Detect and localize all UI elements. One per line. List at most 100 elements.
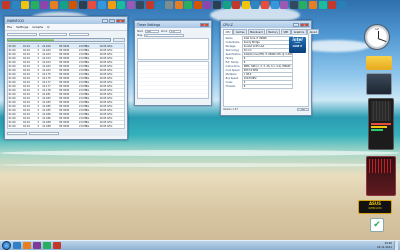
- notes-gadget[interactable]: [366, 73, 392, 95]
- close-button[interactable]: ×: [200, 22, 209, 27]
- asus-overclock-gadget[interactable]: ASUS OVERCLOCK: [358, 200, 392, 214]
- desktop-shortcut-icon[interactable]: [155, 1, 164, 9]
- desktop-shortcut-icon[interactable]: [270, 1, 279, 9]
- step-field[interactable]: 4: [144, 33, 185, 38]
- tray-clock[interactable]: 19:46 22.11.2011: [377, 242, 392, 248]
- table-row[interactable]: 01:00 01:01 3 21.163 83.3045 2.6 MB/s 10.95 GT…: [8, 68, 124, 73]
- desktop-shortcut-icon[interactable]: [289, 1, 298, 9]
- table-row[interactable]: 01:00 01:01 3 21.163 83.3045 2.6 MB/s 10.95 GT…: [8, 60, 124, 65]
- table-row[interactable]: 01:00 01:01 3 21.188 83.3045 2.6 MB/s 10.95 GT…: [8, 120, 124, 125]
- results-grid: [138, 62, 208, 99]
- desktop-shortcut-icon[interactable]: [309, 1, 317, 9]
- cpu-meter-gadget[interactable]: [368, 98, 394, 150]
- mode-select[interactable]: [39, 32, 67, 36]
- weather-gadget[interactable]: [366, 56, 392, 70]
- desktop-shortcut-icon[interactable]: [78, 1, 87, 9]
- clock-field[interactable]: 0.0: [169, 29, 182, 33]
- table-row[interactable]: 01:00 01:01 3 21.177 83.3045 2.6 MB/s 10.95 GT…: [8, 84, 124, 89]
- maximize-button[interactable]: □: [109, 18, 115, 23]
- clock-gadget[interactable]: 12: [364, 24, 390, 50]
- minimize-button[interactable]: –: [293, 22, 299, 27]
- table-row[interactable]: 01:00 01:01 3 21.185 83.3045 2.6 MB/s 10.95 GT…: [8, 104, 124, 109]
- desktop-shortcut-icon[interactable]: [174, 1, 183, 9]
- desktop-shortcut-icon[interactable]: [49, 1, 58, 9]
- taskbar-app-icon[interactable]: [23, 242, 31, 249]
- desktop-shortcut-icon[interactable]: [117, 1, 126, 9]
- desktop-shortcut-icon[interactable]: [40, 1, 49, 9]
- title-bar[interactable]: Timer Settings ×: [135, 21, 211, 28]
- desktop-shortcut-icon[interactable]: [136, 1, 145, 9]
- desktop-shortcut-icon[interactable]: [97, 1, 106, 9]
- table-row[interactable]: 01:00 01:01 3 21.185 83.3045 2.6 MB/s 10.95 GT…: [8, 108, 124, 113]
- menu-help[interactable]: Q: [47, 25, 49, 29]
- title-bar[interactable]: HWiNFO32 – □ ×: [5, 17, 127, 24]
- title-bar[interactable]: CPU-Z – ×: [221, 21, 311, 28]
- desktop-shortcut-icon[interactable]: [203, 1, 212, 9]
- desktop-shortcut-icon[interactable]: [126, 1, 135, 9]
- desktop-shortcut-icon[interactable]: [213, 1, 222, 9]
- desktop-shortcut-icon[interactable]: [251, 1, 260, 9]
- taskbar-app-icon[interactable]: [43, 242, 51, 249]
- desktop-shortcut-icon[interactable]: [280, 1, 289, 9]
- menu-settings[interactable]: Settings: [16, 25, 28, 29]
- desktop-shortcut-icon[interactable]: [222, 1, 231, 9]
- menu-graphs[interactable]: Graphs: [32, 25, 43, 29]
- table-row[interactable]: 01:00 01:01 3 21.186 83.3045 2.6 MB/s 10.95 GT…: [8, 112, 124, 117]
- desktop-shortcut-icon[interactable]: [184, 1, 193, 9]
- minimize-button[interactable]: –: [102, 18, 108, 23]
- tab-about[interactable]: About: [307, 29, 320, 34]
- table-row[interactable]: 01:00 01:01 3 21.178 83.3045 2.6 MB/s 10.95 GT…: [8, 88, 124, 93]
- desktop-shortcut-icon[interactable]: [261, 1, 270, 9]
- table-row[interactable]: 01:00 01:01 3 21.177 83.3045 2.6 MB/s 10.95 GT…: [8, 80, 124, 85]
- network-gadget[interactable]: [366, 156, 396, 196]
- desktop-shortcut-icon[interactable]: [193, 1, 202, 9]
- desktop-shortcut-icon[interactable]: [328, 1, 337, 9]
- desktop-shortcut-icon[interactable]: [88, 1, 97, 9]
- stop-button[interactable]: [113, 38, 125, 42]
- table-row[interactable]: 01:00 01:01 3 21.181 83.3045 2.6 MB/s 10.95 GT…: [8, 92, 124, 97]
- close-button[interactable]: ×: [300, 22, 309, 27]
- table-row[interactable]: 01:00 01:01 3 21.183 83.3045 2.6 MB/s 10.95 GT…: [8, 96, 124, 101]
- desktop-shortcut-icon[interactable]: [11, 1, 20, 9]
- table-row[interactable]: 01:00 01:01 3 21.160 83.3045 2.6 MB/s 10.95 GT…: [8, 48, 124, 53]
- show-desktop-button[interactable]: [394, 241, 398, 250]
- desktop-shortcut-icon[interactable]: [241, 1, 250, 9]
- taskbar-apps: [13, 242, 61, 249]
- close-button[interactable]: ×: [116, 18, 125, 23]
- table-row[interactable]: 01:00 01:01 3 21.153 83.3045 2.6 MB/s 10.95 GT…: [8, 56, 124, 61]
- table-row[interactable]: 01:00 01:01 3 21.163 83.3045 2.6 MB/s 10.95 GT…: [8, 52, 124, 57]
- data-table-container: 01:00 01:01 3 21.100 83.3045 2.6 MB/s 10.95 GT…: [7, 43, 125, 130]
- start-field[interactable]: 100: [144, 29, 159, 33]
- desktop-shortcut-icon[interactable]: [107, 1, 116, 9]
- taskbar-app-icon[interactable]: [33, 242, 41, 249]
- table-row[interactable]: 01:00 01:01 3 21.185 83.3045 2.6 MB/s 10.95 GT…: [8, 100, 124, 105]
- footer: Version 1.57 OK: [221, 107, 311, 112]
- desktop-shortcut-icon[interactable]: [299, 1, 308, 9]
- check-gadget[interactable]: ✔: [370, 218, 384, 232]
- desktop-shortcut-icon[interactable]: [30, 1, 39, 9]
- desktop-shortcut-icon[interactable]: [2, 1, 10, 9]
- window-title: Timer Settings: [137, 22, 161, 27]
- table-row[interactable]: 01:00 01:01 3 21.175 83.3045 2.6 MB/s 10.95 GT…: [8, 72, 124, 77]
- desktop-shortcut-icon[interactable]: [21, 1, 30, 9]
- table-row[interactable]: 01:00 01:01 3 21.165 83.3045 2.6 MB/s 10.95 GT…: [8, 64, 124, 69]
- taskbar-app-icon[interactable]: [13, 242, 21, 249]
- device-select[interactable]: [7, 32, 37, 36]
- table-row[interactable]: 01:00 01:01 3 21.186 83.3045 2.6 MB/s 10.95 GT…: [8, 116, 124, 121]
- cpu-field-label: Threads: [225, 85, 236, 88]
- taskbar-app-icon[interactable]: [53, 242, 61, 249]
- rate-select[interactable]: [69, 32, 89, 36]
- table-row[interactable]: 01:00 01:01 3 21.175 83.3045 2.6 MB/s 10.95 GT…: [8, 76, 124, 81]
- menu-file[interactable]: File: [7, 25, 12, 29]
- table-row[interactable]: 01:00 01:01 3 21.188 83.3045 2.6 MB/s 10.95 GT…: [8, 124, 124, 129]
- desktop-shortcut-icon[interactable]: [232, 1, 241, 9]
- desktop-shortcut-icon[interactable]: [69, 1, 78, 9]
- desktop-shortcut-icon[interactable]: [145, 1, 154, 9]
- desktop-shortcut-icon[interactable]: [337, 1, 346, 9]
- desktop-shortcut-icon[interactable]: [59, 1, 68, 9]
- desktop-shortcut-icon[interactable]: [165, 1, 174, 9]
- desktop-shortcut-icon[interactable]: [318, 1, 327, 9]
- monitor-window: HWiNFO32 – □ × File Settings Graphs Q 01…: [4, 16, 128, 140]
- ok-button[interactable]: OK: [297, 108, 309, 112]
- start-button[interactable]: [2, 241, 11, 250]
